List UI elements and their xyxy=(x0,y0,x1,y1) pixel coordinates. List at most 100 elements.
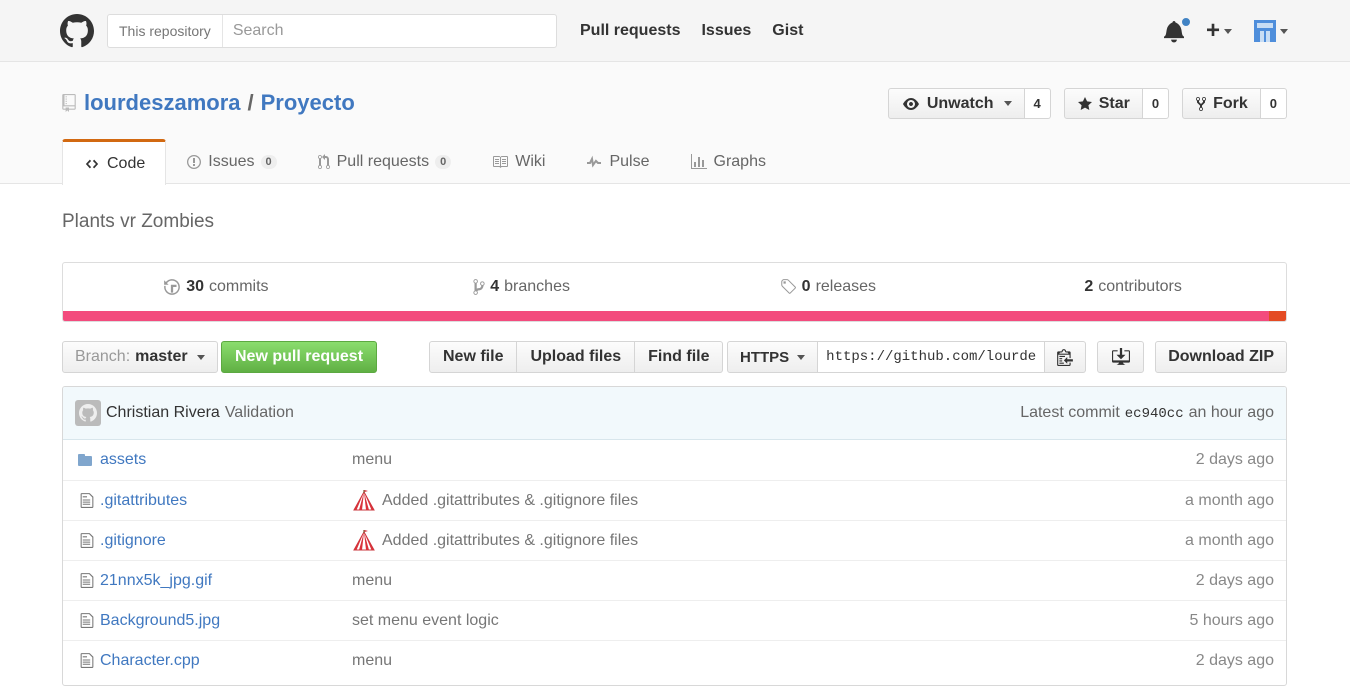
branch-prefix: Branch: xyxy=(75,348,131,365)
tab-graphs[interactable]: Graphs xyxy=(670,139,786,185)
repo-pagehead: lourdeszamora / Proyecto Unwatch 4 Star … xyxy=(0,62,1350,185)
file-row: .gitattributes Added .gitattributes & .gi… xyxy=(63,480,1286,520)
clone-protocol-button[interactable]: HTTPS xyxy=(727,341,819,373)
file-list: assets menu 2 days ago .gitattributes Added … xyxy=(63,440,1286,680)
unread-indicator xyxy=(1179,16,1192,28)
repo-forked-icon xyxy=(1196,96,1207,111)
site-header: This repository Pull requests Issues Gis… xyxy=(0,0,1350,62)
forks-count[interactable]: 0 xyxy=(1260,88,1287,119)
commit-message-link[interactable]: menu xyxy=(352,572,392,590)
branches-link[interactable]: 4 branches xyxy=(369,263,675,311)
file-type-icon xyxy=(63,572,100,589)
file-age: 5 hours ago xyxy=(1189,611,1274,629)
tab-label: Wiki xyxy=(515,153,546,170)
file-commit-message: menu xyxy=(352,572,1086,590)
create-new-button[interactable]: + xyxy=(1206,17,1232,45)
file-name-link[interactable]: 21nnx5k_jpg.gif xyxy=(100,572,352,590)
repo-name-link[interactable]: Proyecto xyxy=(261,90,355,115)
file-text-icon xyxy=(80,613,94,628)
commits-link[interactable]: 30 commits xyxy=(63,263,369,311)
repo-owner-link[interactable]: lourdeszamora xyxy=(84,90,241,116)
new-file-button[interactable]: New file xyxy=(429,341,518,373)
releases-link[interactable]: 0 releases xyxy=(675,263,981,311)
file-name-link[interactable]: .gitignore xyxy=(100,532,352,550)
file-name-link[interactable]: assets xyxy=(100,451,352,469)
file-age: 2 days ago xyxy=(1195,571,1274,589)
copy-to-clipboard-button[interactable] xyxy=(1045,341,1087,373)
find-file-button[interactable]: Find file xyxy=(635,341,724,373)
fork-label: Fork xyxy=(1213,94,1248,112)
tab-pulse[interactable]: Pulse xyxy=(565,139,669,185)
history-icon xyxy=(164,279,181,295)
commit-author[interactable]: Christian Rivera xyxy=(106,404,220,422)
commit-message-link[interactable]: menu xyxy=(352,451,392,469)
commit-sha[interactable]: ec940cc xyxy=(1125,406,1184,422)
language-bar[interactable] xyxy=(63,311,1286,321)
file-name-link[interactable]: Background5.jpg xyxy=(100,612,352,630)
clone-protocol-label: HTTPS xyxy=(740,348,790,366)
star-group: Star 0 xyxy=(1063,88,1170,119)
nav-gist[interactable]: Gist xyxy=(772,22,803,40)
tab-pull-requests[interactable]: Pull requests 0 xyxy=(297,139,472,185)
search-input[interactable] xyxy=(222,15,556,47)
tab-label: Issues xyxy=(208,153,255,170)
watch-group: Unwatch 4 xyxy=(887,88,1051,119)
search-scope[interactable]: This repository xyxy=(108,15,223,47)
file-text-icon xyxy=(80,653,94,668)
file-commit-message: set menu event logic xyxy=(352,612,1086,630)
repo-icon xyxy=(62,94,76,112)
tab-code[interactable]: Code xyxy=(62,139,167,185)
file-row: .gitignore Added .gitattributes & .gitign… xyxy=(63,520,1286,560)
desktop-download-icon xyxy=(1111,348,1130,365)
commit-message[interactable]: Validation xyxy=(225,404,294,422)
tab-wiki[interactable]: Wiki xyxy=(471,139,565,185)
commit-message-link[interactable]: Added .gitattributes & .gitignore files xyxy=(382,492,638,510)
circus-tent-emoji-icon xyxy=(353,529,375,550)
circus-tent-emoji-icon xyxy=(353,489,375,510)
issues-counter: 0 xyxy=(260,155,277,169)
watchers-count[interactable]: 4 xyxy=(1024,88,1051,119)
tab-label: Code xyxy=(107,154,146,172)
clone-url-input[interactable] xyxy=(818,341,1046,373)
releases-label: releases xyxy=(815,278,877,295)
github-logo-icon[interactable] xyxy=(60,14,94,48)
contributors-count: 2 xyxy=(1084,278,1094,295)
commit-message-link[interactable]: set menu event logic xyxy=(352,612,499,630)
contributors-label: contributors xyxy=(1098,278,1182,295)
branches-count: 4 xyxy=(490,278,500,295)
upload-files-button[interactable]: Upload files xyxy=(517,341,636,373)
contributors-link[interactable]: 2 contributors xyxy=(980,263,1286,311)
file-text-icon xyxy=(80,573,94,588)
file-type-icon xyxy=(63,652,100,669)
language-segment-primary xyxy=(63,311,1270,321)
star-button[interactable]: Star xyxy=(1063,88,1143,119)
commit-message-link[interactable]: Added .gitattributes & .gitignore files xyxy=(382,532,638,550)
nav-pull-requests[interactable]: Pull requests xyxy=(580,22,680,40)
code-icon xyxy=(85,159,99,168)
numbers-summary: 30 commits 4 branches 0 releases 2 contr… xyxy=(63,263,1286,311)
user-menu-button[interactable] xyxy=(1254,20,1288,42)
tab-label: Pulse xyxy=(609,153,650,170)
notifications-button[interactable] xyxy=(1163,16,1192,43)
repo-title: lourdeszamora / Proyecto xyxy=(62,90,355,116)
chevron-down-icon xyxy=(196,354,205,360)
file-row: Character.cpp menu 2 days ago xyxy=(63,640,1286,680)
download-zip-button[interactable]: Download ZIP xyxy=(1155,341,1287,373)
file-name-link[interactable]: .gitattributes xyxy=(100,492,352,510)
unwatch-button[interactable]: Unwatch xyxy=(887,88,1025,119)
git-branch-icon xyxy=(473,279,485,295)
stargazers-count[interactable]: 0 xyxy=(1142,88,1170,119)
open-in-desktop-button[interactable] xyxy=(1097,341,1144,373)
avatar[interactable] xyxy=(75,400,101,426)
new-pull-request-button[interactable]: New pull request xyxy=(221,341,378,373)
octocat-icon xyxy=(79,404,97,422)
fork-button[interactable]: Fork xyxy=(1182,88,1261,119)
clippy-icon xyxy=(1057,349,1074,366)
tab-issues[interactable]: Issues 0 xyxy=(166,139,296,185)
file-row: 21nnx5k_jpg.gif menu 2 days ago xyxy=(63,560,1286,600)
star-icon xyxy=(1077,96,1092,110)
tab-label: Graphs xyxy=(713,153,766,170)
nav-issues[interactable]: Issues xyxy=(701,22,751,40)
chevron-down-icon xyxy=(1280,28,1288,34)
branch-select-button[interactable]: Branch: master xyxy=(62,341,218,373)
